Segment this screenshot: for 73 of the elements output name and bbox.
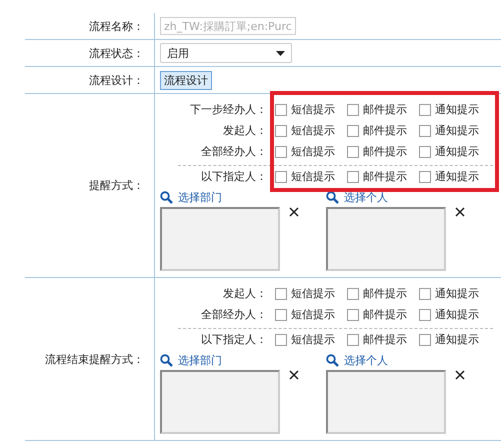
recipient-label: 全部经办人：	[200, 144, 267, 159]
field-label: 流程名称：	[89, 18, 144, 34]
search-icon	[326, 354, 339, 366]
recipient-label: 发起人：	[222, 123, 267, 138]
checkbox-label: 通知提示	[435, 307, 479, 322]
field-label: 流程状态：	[89, 46, 144, 60]
checkbox-label: 通知提示	[435, 102, 479, 117]
checkbox[interactable]	[347, 308, 359, 320]
checkbox-label: 邮件提示	[363, 169, 407, 184]
select-link[interactable]: 选择部门	[178, 190, 222, 204]
close-icon[interactable]	[455, 207, 465, 217]
select-link[interactable]: 选择个人	[344, 352, 388, 368]
checkbox[interactable]	[347, 334, 359, 346]
checkbox-label: 通知提示	[435, 169, 479, 184]
checkbox[interactable]	[347, 124, 359, 136]
checkbox[interactable]	[275, 170, 287, 182]
checkbox-label: 短信提示	[291, 169, 335, 184]
field-label: 流程结束提醒方式：	[45, 352, 144, 366]
selection-list[interactable]	[160, 370, 280, 434]
close-icon[interactable]	[289, 370, 299, 380]
checkbox[interactable]	[347, 146, 359, 158]
select-link[interactable]: 选择个人	[344, 190, 388, 204]
close-icon[interactable]	[289, 207, 299, 217]
checkbox-label: 短信提示	[291, 307, 335, 322]
checkbox[interactable]	[419, 308, 431, 320]
checkbox[interactable]	[419, 124, 431, 136]
checkbox[interactable]	[275, 288, 287, 300]
checkbox-label: 邮件提示	[363, 332, 407, 347]
design-button[interactable]: 流程设计	[160, 70, 212, 90]
checkbox[interactable]	[419, 170, 431, 182]
checkbox-label: 邮件提示	[363, 102, 407, 117]
checkbox[interactable]	[275, 104, 287, 116]
checkbox[interactable]	[275, 308, 287, 320]
selection-list[interactable]	[326, 207, 446, 271]
field-label: 流程设计：	[89, 72, 144, 88]
checkbox-label: 短信提示	[291, 286, 335, 301]
checkbox-label: 邮件提示	[363, 307, 407, 322]
checkbox-label: 短信提示	[291, 332, 335, 347]
checkbox-label: 通知提示	[435, 286, 479, 301]
checkbox[interactable]	[347, 104, 359, 116]
caret-icon	[276, 50, 285, 56]
checkbox[interactable]	[419, 334, 431, 346]
checkbox-label: 短信提示	[291, 102, 335, 117]
checkbox[interactable]	[419, 104, 431, 116]
checkbox-label: 通知提示	[435, 123, 479, 138]
recipient-label: 以下指定人：	[200, 169, 267, 184]
checkbox-label: 通知提示	[435, 332, 479, 347]
checkbox-label: 短信提示	[291, 123, 335, 138]
search-icon	[160, 190, 173, 204]
recipient-label: 发起人：	[222, 286, 267, 301]
selection-list[interactable]	[160, 207, 280, 271]
checkbox-label: 邮件提示	[363, 123, 407, 138]
checkbox[interactable]	[419, 288, 431, 300]
checkbox-label: 短信提示	[291, 144, 335, 159]
status-dropdown[interactable]: 启用	[160, 43, 292, 63]
checkbox[interactable]	[347, 288, 359, 300]
checkbox[interactable]	[275, 124, 287, 136]
search-icon	[326, 190, 339, 204]
close-icon[interactable]	[455, 370, 465, 380]
select-link[interactable]: 选择部门	[178, 352, 222, 368]
selection-list[interactable]	[326, 370, 446, 434]
checkbox[interactable]	[275, 146, 287, 158]
checkbox-label: 邮件提示	[363, 144, 407, 159]
checkbox-label: 邮件提示	[363, 286, 407, 301]
recipient-label: 全部经办人：	[200, 307, 267, 322]
search-icon	[160, 354, 173, 366]
recipient-label: 以下指定人：	[200, 332, 267, 347]
recipient-label: 下一步经办人：	[189, 102, 267, 117]
checkbox[interactable]	[419, 146, 431, 158]
checkbox-label: 通知提示	[435, 144, 479, 159]
checkbox[interactable]	[275, 334, 287, 346]
checkbox[interactable]	[347, 170, 359, 182]
field-label: 提醒方式：	[89, 178, 144, 193]
